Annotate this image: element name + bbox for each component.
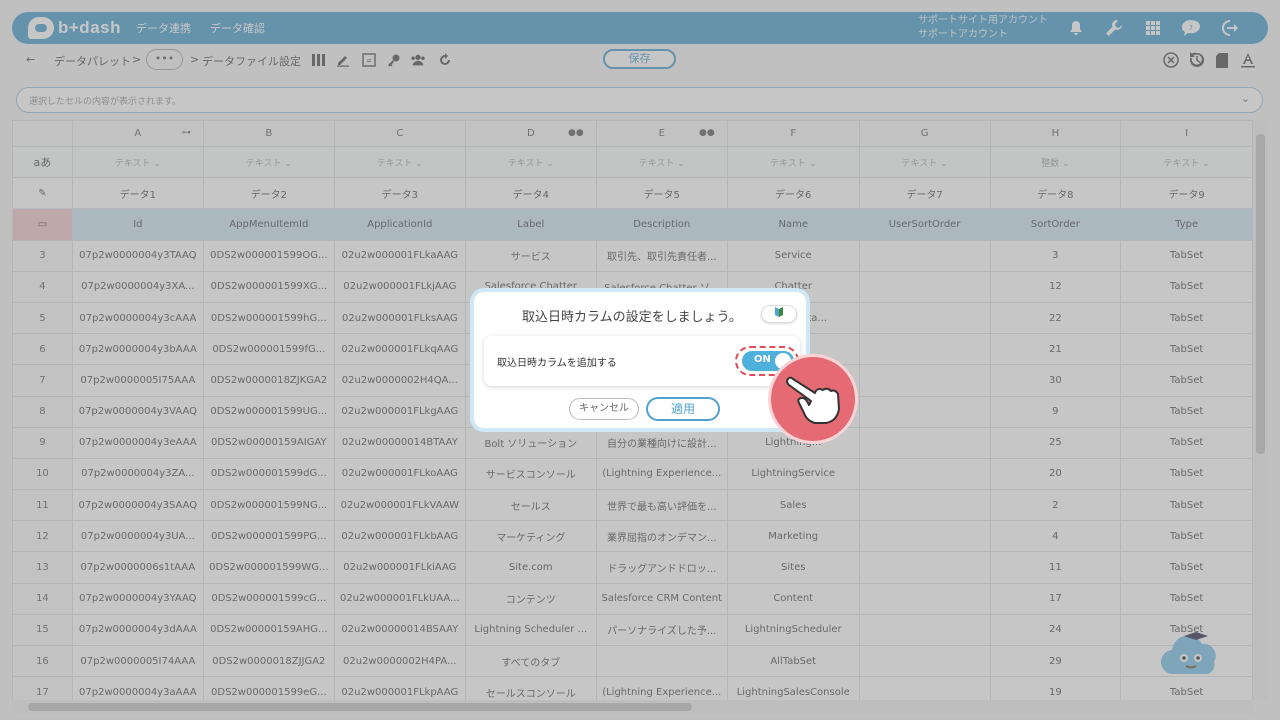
import-datetime-dialog: 取込日時カラムの設定をしましょう。 取込日時カラムを追加する ON キャンセル …: [470, 288, 810, 432]
apply-button[interactable]: 適用: [646, 397, 720, 421]
cancel-button[interactable]: キャンセル: [569, 398, 639, 420]
beginner-mark-icon[interactable]: [761, 305, 797, 323]
add-datetime-column-label: 取込日時カラムを追加する: [497, 358, 617, 369]
option-card: 取込日時カラムを追加する ON: [484, 336, 800, 386]
dialog-title: 取込日時カラムの設定をしましょう。: [522, 310, 742, 325]
toggle-state-text: ON: [754, 354, 771, 365]
pointing-hand-icon: [768, 354, 858, 444]
